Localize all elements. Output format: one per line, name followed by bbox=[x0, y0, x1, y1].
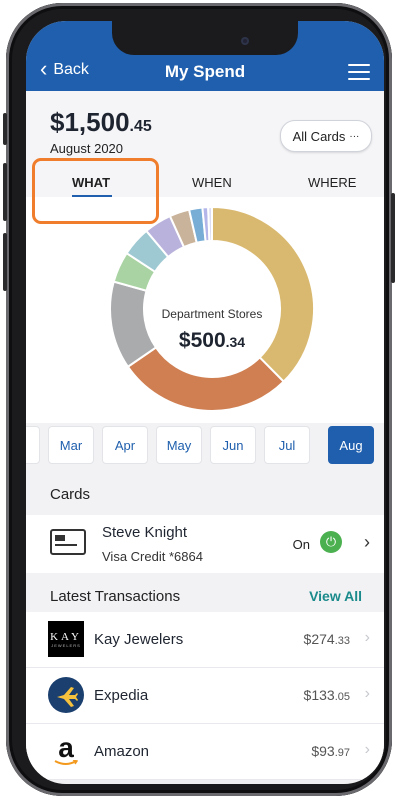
volume-up-button bbox=[3, 163, 7, 221]
chevron-right-icon[interactable]: › bbox=[364, 532, 370, 553]
power-icon[interactable]: ⏻ bbox=[320, 531, 342, 553]
transactions-section-title: Latest Transactions bbox=[50, 588, 181, 605]
transaction-merchant: Amazon bbox=[94, 743, 150, 760]
month-selector: Mar Apr May Jun Jul Aug bbox=[26, 423, 384, 473]
power-button bbox=[391, 193, 395, 283]
center-category-label: Department Stores bbox=[162, 307, 263, 321]
ellipsis-icon: ··· bbox=[349, 130, 360, 142]
view-all-link[interactable]: View All bbox=[309, 588, 362, 604]
center-callout-pointer bbox=[258, 273, 269, 289]
chevron-right-icon: › bbox=[364, 741, 370, 758]
month-button-may[interactable]: May bbox=[156, 426, 202, 464]
tab-when[interactable]: WHEN bbox=[192, 175, 232, 190]
card-description: Visa Credit *6864 bbox=[102, 549, 203, 564]
expedia-logo-icon bbox=[48, 677, 84, 713]
card-filter-button[interactable]: All Cards ··· bbox=[280, 120, 372, 152]
transaction-row[interactable]: a Amazon $93.97 › bbox=[26, 724, 384, 780]
app-screen: ‹ Back My Spend $1,500.45 August 2020 Al… bbox=[26, 21, 384, 784]
menu-icon[interactable] bbox=[348, 64, 370, 80]
spend-chart: Department Stores $500.34 bbox=[26, 197, 384, 423]
transaction-merchant: Kay Jewelers bbox=[94, 631, 184, 648]
credit-card-icon bbox=[50, 529, 86, 555]
transaction-row[interactable]: KAY JEWELERS Kay Jewelers $274.33 › bbox=[26, 612, 384, 668]
center-amount: $500.34 bbox=[179, 329, 245, 352]
month-button-aug[interactable]: Aug bbox=[328, 426, 374, 464]
month-button-mar[interactable]: Mar bbox=[48, 426, 94, 464]
amazon-logo-icon: a bbox=[48, 733, 84, 769]
phone-frame: ‹ Back My Spend $1,500.45 August 2020 Al… bbox=[3, 3, 395, 796]
notch bbox=[112, 21, 298, 55]
month-button-jun[interactable]: Jun bbox=[210, 426, 256, 464]
chevron-right-icon: › bbox=[364, 629, 370, 646]
month-button-apr[interactable]: Apr bbox=[102, 426, 148, 464]
donut-slice-0[interactable] bbox=[211, 205, 315, 384]
donut-chart: Department Stores $500.34 bbox=[109, 205, 315, 412]
volume-down-button bbox=[3, 233, 7, 291]
tab-highlight-box bbox=[32, 158, 159, 224]
donut-slice-1[interactable] bbox=[126, 346, 286, 412]
card-filter-label: All Cards bbox=[292, 128, 346, 144]
transaction-amount: $274.33 bbox=[303, 631, 350, 647]
total-amount: $1,500.45 bbox=[50, 107, 152, 137]
card-holder-name: Steve Knight bbox=[102, 524, 188, 541]
cards-section-title: Cards bbox=[50, 486, 91, 503]
card-status-label: On bbox=[292, 537, 310, 552]
transaction-amount: $133.05 bbox=[303, 687, 350, 703]
page-title: My Spend bbox=[164, 62, 246, 81]
card-row[interactable]: Steve Knight Visa Credit *6864 On ⏻ › bbox=[26, 515, 384, 573]
camera-icon bbox=[241, 37, 249, 45]
tab-where[interactable]: WHERE bbox=[308, 175, 356, 190]
cards-section-header: Cards bbox=[26, 473, 384, 515]
transactions-section-header: Latest Transactions View All bbox=[26, 573, 384, 617]
chevron-right-icon: › bbox=[364, 685, 370, 702]
month-button-jul[interactable]: Jul bbox=[264, 426, 310, 464]
month-button-feb[interactable] bbox=[26, 426, 40, 464]
kay-logo-icon: KAY JEWELERS bbox=[48, 621, 84, 657]
transaction-amount: $93.97 bbox=[311, 743, 350, 759]
mute-switch bbox=[3, 113, 7, 145]
donut-slice-9[interactable] bbox=[207, 205, 213, 243]
transaction-merchant: Expedia bbox=[94, 687, 149, 704]
period-label: August 2020 bbox=[50, 141, 124, 156]
transaction-row[interactable]: Expedia $133.05 › bbox=[26, 668, 384, 724]
